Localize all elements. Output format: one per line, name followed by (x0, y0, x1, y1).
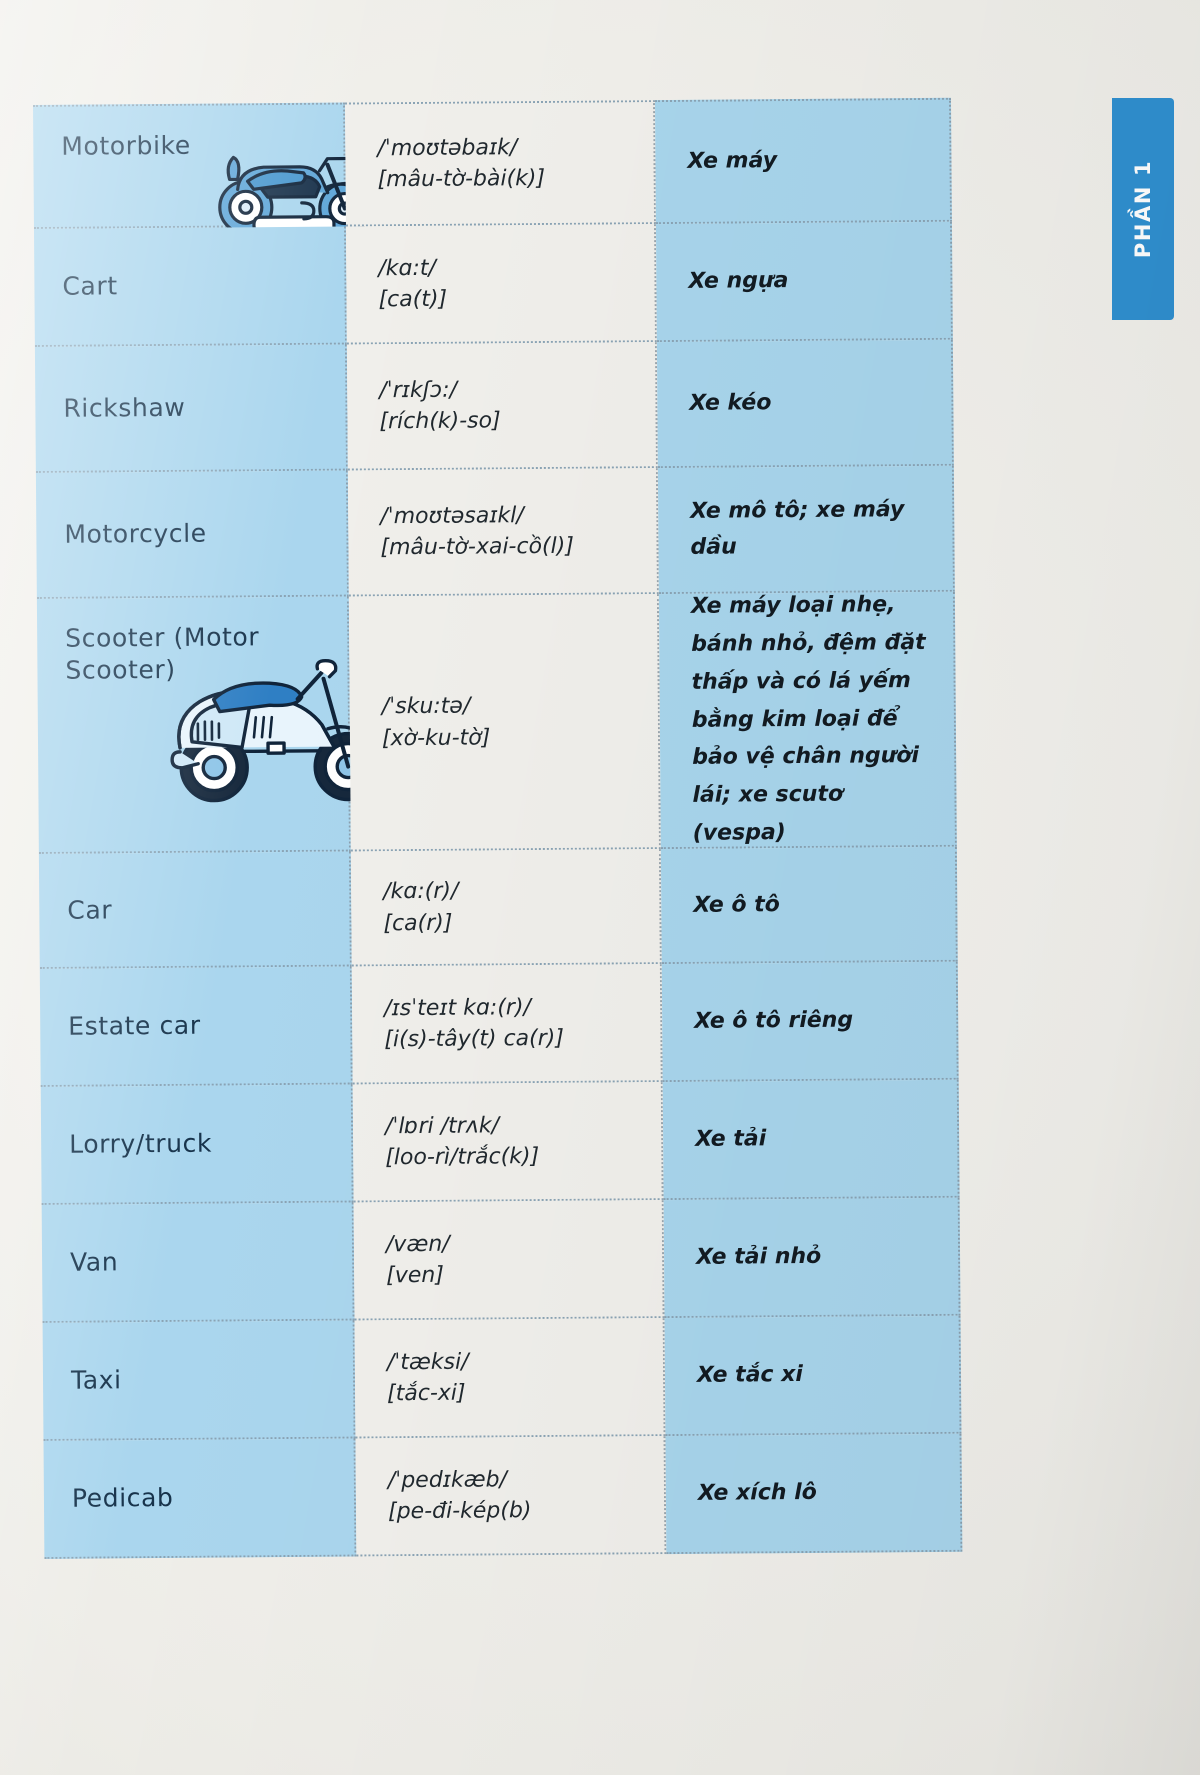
pronunciation-cell: /ɪsˈteɪt kɑ:(r)/ [i(s)-tây(t) ca(r)] (351, 964, 663, 1085)
vietnamese-cell: Xe ô tô riêng (661, 961, 959, 1083)
word-cell: Van (41, 1202, 355, 1323)
word-cell: Cart (33, 226, 347, 347)
respelling-text: [rích(k)-so] (379, 408, 501, 435)
vocabulary-table: Motorbike /ˈmoʊtəbaɪk/ [mâu-tờ-bài(k)] X… (33, 97, 963, 1559)
word-cell: Car (38, 851, 352, 969)
vietnamese-text: Xe ô tô riêng (694, 1007, 854, 1035)
vietnamese-text: Xe ô tô (693, 891, 780, 918)
ipa-text: /væn/ (385, 1231, 450, 1258)
english-word: Motorcycle (64, 518, 207, 549)
vietnamese-text: Xe xích lô (697, 1480, 817, 1507)
table-row: Rickshaw /ˈrɪkʃɔ:/ [rích(k)-so] Xe kéo (34, 339, 954, 473)
vietnamese-text: Xe mô tô; xe máy dầu (690, 497, 905, 560)
respelling-text: [loo-rì/trắc(k)] (385, 1144, 540, 1171)
table-row: Motorcycle /ˈmoʊtəsaɪkl/ [mâu-tờ-xai-cồ(… (35, 465, 955, 599)
respelling-text: [xờ-ku-tờ] (381, 724, 491, 751)
english-word: Cart (62, 271, 118, 301)
respelling-text: [ven] (386, 1262, 444, 1289)
english-word: Rickshaw (63, 392, 186, 423)
table-row: Van /væn/ [ven] Xe tải nhỏ (41, 1197, 961, 1323)
english-word: Van (69, 1247, 119, 1277)
pronunciation-cell: /kɑ:(r)/ [ca(r)] (350, 849, 662, 967)
ipa-text: /ˈtæksi/ (386, 1349, 469, 1376)
vietnamese-cell: Xe tải (662, 1079, 960, 1201)
vietnamese-text: Xe tắc xi (696, 1362, 804, 1389)
table-row: Cart /kɑ:t/ [ca(t)] Xe ngựa (33, 221, 953, 347)
vietnamese-text: Xe tải nhỏ (695, 1244, 822, 1271)
vietnamese-cell: Xe máy loại nhẹ, bánh nhỏ, đệm đặt thấp … (658, 591, 957, 850)
pronunciation-cell: /ˈtæksi/ [tắc-xi] (354, 1318, 666, 1439)
pronunciation-cell: /ˈlɒri /trʌk/ [loo-rì/trắc(k)] (352, 1082, 664, 1203)
respelling-text: [ca(r)] (383, 910, 453, 936)
english-word: Car (67, 894, 113, 925)
vietnamese-cell: Xe kéo (656, 339, 954, 469)
respelling-text: [mâu-tờ-bài(k)] (377, 165, 546, 193)
word-cell: Motorcycle (35, 470, 349, 599)
vietnamese-cell: Xe xích lô (665, 1433, 963, 1555)
english-word: Lorry/truck (69, 1128, 213, 1159)
word-cell: Estate car (39, 966, 353, 1087)
table-row: Lorry/truck /ˈlɒri /trʌk/ [loo-rì/trắc(k… (40, 1079, 960, 1205)
vietnamese-cell: Xe tắc xi (664, 1315, 962, 1437)
section-tab-label: PHẦN 1 (1131, 159, 1156, 259)
word-cell: Pedicab (43, 1438, 357, 1559)
vietnamese-text: Xe kéo (689, 390, 772, 417)
vietnamese-cell: Xe máy (654, 97, 952, 225)
english-word: Pedicab (71, 1482, 174, 1513)
vietnamese-cell: Xe ngựa (655, 221, 953, 343)
ipa-text: /ˈrɪkʃɔ:/ (379, 377, 458, 404)
pronunciation-cell: /ˈsku:tə/ [xờ-ku-tờ] (348, 594, 661, 852)
table-row: Pedicab /ˈpedɪkæb/ [pe-đi-kép(b) Xe xích… (43, 1433, 963, 1559)
english-word: Scooter (Motor Scooter) (65, 622, 260, 685)
ipa-text: /ˈsku:tə/ (381, 693, 471, 720)
pronunciation-cell: /ˈmoʊtəbaɪk/ [mâu-tờ-bài(k)] (344, 100, 656, 227)
vietnamese-text: Xe ngựa (688, 268, 789, 295)
ipa-text: /kɑ:(r)/ (383, 878, 459, 905)
vietnamese-text: Xe tải (695, 1126, 767, 1153)
table-row: Estate car /ɪsˈteɪt kɑ:(r)/ [i(s)-tây(t)… (39, 961, 959, 1087)
section-tab-phan-1[interactable]: PHẦN 1 (1112, 98, 1174, 320)
ipa-text: /ˈlɒri /trʌk/ (384, 1113, 500, 1140)
table-row: Scooter (Motor Scooter) /ˈsku:tə/ [xờ-ku… (36, 591, 957, 854)
table-row: Taxi /ˈtæksi/ [tắc-xi] Xe tắc xi (42, 1315, 962, 1441)
book-page: PHẦN 1 Motorbike /ˈmoʊtəbaɪk/ [mâu-tờ-bà… (0, 0, 1200, 1775)
pronunciation-cell: /ˈrɪkʃɔ:/ [rích(k)-so] (346, 342, 658, 471)
table-row: Motorbike /ˈmoʊtəbaɪk/ [mâu-tờ-bài(k)] X… (33, 97, 952, 236)
respelling-text: [ca(t)] (378, 286, 448, 313)
respelling-text: [i(s)-tây(t) ca(r)] (384, 1025, 564, 1053)
pronunciation-cell: /kɑ:t/ [ca(t)] (345, 224, 657, 345)
word-cell: Rickshaw (34, 344, 348, 473)
pronunciation-cell: /ˈpedɪkæb/ [pe-đi-kép(b) (355, 1436, 667, 1557)
respelling-text: [tắc-xi] (387, 1380, 466, 1407)
english-word: Motorbike (61, 130, 191, 161)
english-word: Taxi (70, 1365, 122, 1395)
pronunciation-cell: /væn/ [ven] (353, 1200, 665, 1321)
word-cell: Motorbike (33, 102, 372, 236)
ipa-text: /ˈmoʊtəbaɪk/ (377, 134, 518, 162)
vietnamese-cell: Xe mô tô; xe máy dầu (657, 465, 955, 595)
ipa-text: /kɑ:t/ (378, 255, 436, 282)
ipa-text: /ˈmoʊtəsaɪkl/ (380, 502, 524, 530)
respelling-text: [pe-đi-kép(b) (387, 1498, 532, 1525)
vietnamese-cell: Xe ô tô (660, 846, 958, 965)
respelling-text: [mâu-tờ-xai-cồ(l)] (380, 533, 574, 561)
vietnamese-text: Xe máy (687, 148, 778, 175)
word-cell: Lorry/truck (40, 1084, 354, 1205)
english-word: Estate car (68, 1010, 201, 1041)
vietnamese-text: Xe máy loại nhẹ, bánh nhỏ, đệm đặt thấp … (690, 592, 926, 846)
word-cell: Scooter (Motor Scooter) (36, 596, 383, 854)
word-cell: Taxi (42, 1320, 356, 1441)
table-row: Car /kɑ:(r)/ [ca(r)] Xe ô tô (38, 846, 958, 969)
vietnamese-cell: Xe tải nhỏ (663, 1197, 961, 1319)
ipa-text: /ˈpedɪkæb/ (387, 1467, 508, 1494)
ipa-text: /ɪsˈteɪt kɑ:(r)/ (384, 994, 531, 1022)
pronunciation-cell: /ˈmoʊtəsaɪkl/ [mâu-tờ-xai-cồ(l)] (347, 468, 659, 597)
